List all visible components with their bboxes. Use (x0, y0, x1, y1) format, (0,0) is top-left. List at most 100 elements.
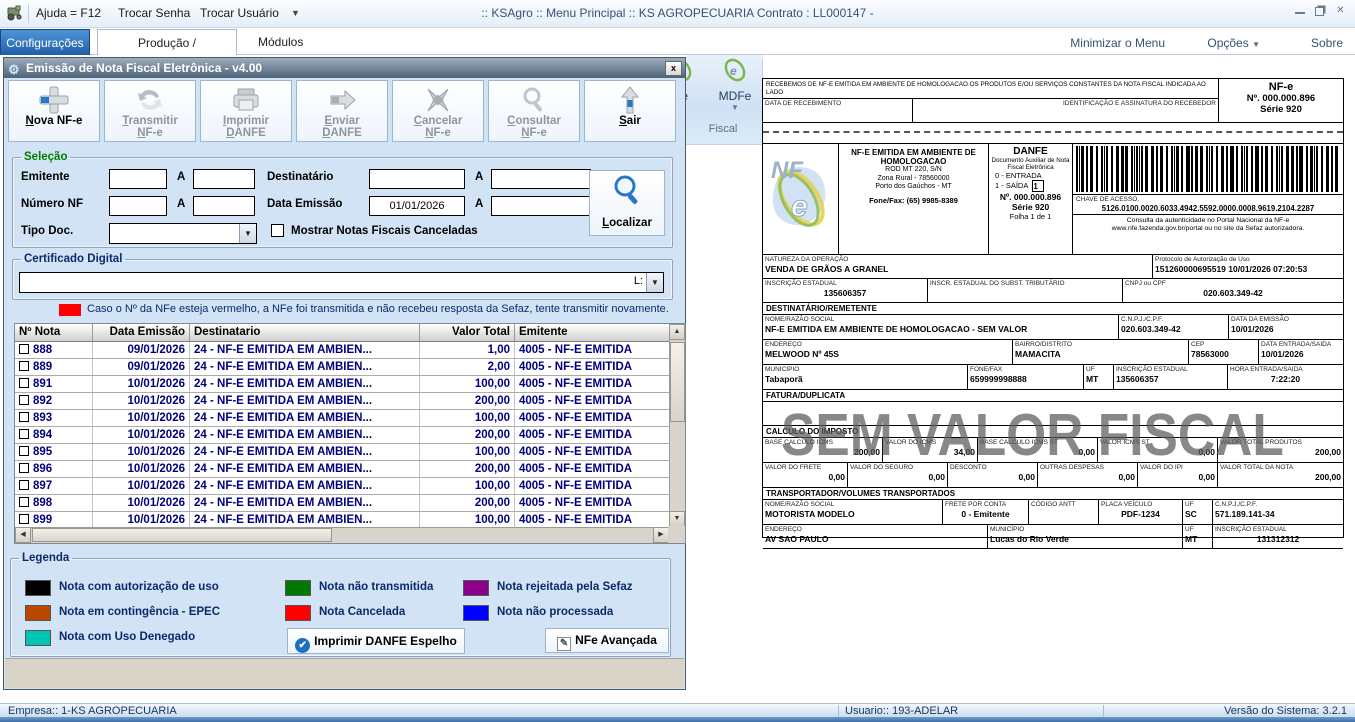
danfe-dest-municipio: MUNICIPIO Tabaporã (763, 365, 968, 389)
imprimir-danfe-button[interactable]: Imprimir DANFE (200, 80, 292, 142)
legend-item-label: Nota não transmitida (319, 581, 433, 593)
danfe-outras-despesas: OUTRAS DESPESAS0,00 (1038, 463, 1138, 487)
col-data-emissao[interactable]: Data Emissão (93, 324, 190, 341)
tab-producao-comercializacao[interactable]: Produção / Comercialização (97, 29, 237, 55)
title-bar: Ajuda = F12 Trocar Senha Trocar Usuário … (0, 0, 1355, 28)
sair-button[interactable]: Sair (584, 80, 676, 142)
tipo-doc-select[interactable]: ▼ (109, 223, 257, 244)
danfe-dest-uf: UF MT (1084, 365, 1114, 389)
danfe-consulta-text: Consulta da autenticidade no Portal Naci… (1073, 214, 1343, 255)
danfe-valor-frete: VALOR DO FRETE0,00 (763, 463, 848, 487)
nota-row[interactable]: 889 09/01/2026 24 - NF-E EMITIDA EM AMBI… (15, 359, 669, 376)
danfe-transp-ie: INSCRIÇÃO ESTADUAL131312312 (1213, 525, 1343, 548)
legend-item-label: Nota rejeitada pela Sefaz (497, 581, 633, 593)
col-numero-nota[interactable]: Nº Nota (15, 324, 93, 341)
row-checkbox[interactable] (19, 429, 29, 439)
tab-configuracoes[interactable]: Configurações (0, 29, 90, 55)
scroll-down-icon[interactable]: ▼ (669, 511, 685, 527)
arrow-up-icon (585, 81, 675, 115)
numero-nf-ate-input[interactable] (193, 196, 255, 216)
row-checkbox[interactable] (19, 446, 29, 456)
minimizar-menu-link[interactable]: Minimizar o Menu (1070, 36, 1165, 50)
selecao-legend: Seleção (21, 151, 70, 163)
col-valor-total[interactable]: Valor Total (420, 324, 515, 341)
danfe-tipo-box: 1 (1032, 180, 1044, 192)
row-checkbox[interactable] (19, 395, 29, 405)
nota-row[interactable]: 895 10/01/2026 24 - NF-E EMITIDA EM AMBI… (15, 444, 669, 461)
scroll-right-icon[interactable]: ▶ (653, 527, 669, 543)
cancelar-nfe-button[interactable]: Cancelar NF-e (392, 80, 484, 142)
certificado-select[interactable]: L: ▼ (19, 272, 664, 293)
row-checkbox[interactable] (19, 361, 29, 371)
tab-modulos[interactable]: Módulos (258, 35, 303, 49)
scroll-left-icon[interactable]: ◀ (15, 527, 31, 543)
localizar-button[interactable]: Localizar (589, 170, 665, 236)
col-destinatario[interactable]: Destinatario (190, 324, 420, 341)
legend-item-label: Nota Cancelada (319, 606, 405, 618)
nota-row[interactable]: 893 10/01/2026 24 - NF-E EMITIDA EM AMBI… (15, 410, 669, 427)
danfe-canhoto: RECEBEMOS DE NF-E EMITIDA EM AMBIENTE DE… (763, 79, 1343, 123)
danfe-data-emissao: DATA DA EMISSÃO 10/01/2026 (1229, 315, 1343, 339)
danfe-transportador-section: TRANSPORTADOR/VOLUMES TRANSPORTADOS (763, 488, 1343, 500)
danfe-hora-entrada: HORA ENTRADA/SAIDA 7:22:20 (1228, 365, 1343, 389)
scrollbar-corner (668, 526, 685, 543)
minimize-button-icon[interactable] (1295, 5, 1305, 14)
sobre-link[interactable]: Sobre (1311, 36, 1343, 50)
danfe-dest-bairro: BAIRRO/DISTRITO MAMACITA (1013, 340, 1189, 364)
menu-trocar-usuario[interactable]: Trocar Usuário (200, 6, 279, 20)
restore-button-icon[interactable] (1315, 7, 1324, 16)
row-checkbox[interactable] (19, 497, 29, 507)
legend-color-swatch (285, 605, 311, 621)
enviar-danfe-button[interactable]: Enviar DANFE (296, 80, 388, 142)
emitente-de-input[interactable] (109, 169, 167, 189)
nota-row[interactable]: 891 10/01/2026 24 - NF-E EMITIDA EM AMBI… (15, 376, 669, 393)
opcoes-menu[interactable]: Opções ▼ (1207, 36, 1260, 50)
row-checkbox[interactable] (19, 378, 29, 388)
row-checkbox[interactable] (19, 514, 29, 524)
consultar-nfe-button[interactable]: Consultar NF-e (488, 80, 580, 142)
danfe-imposto-section: CALCULO DO IMPOSTO (763, 426, 1343, 438)
destinatario-ate-input[interactable] (491, 169, 591, 189)
danfe-bc-icms-st: BASE CALCULO ICMS ST0,00 (978, 438, 1098, 462)
row-checkbox[interactable] (19, 412, 29, 422)
horizontal-scrollbar[interactable]: ◀ ▶ (15, 527, 669, 543)
transmitir-nfe-button[interactable]: Transmitir NF-e (104, 80, 196, 142)
emitente-ate-input[interactable] (193, 169, 255, 189)
row-checkbox[interactable] (19, 344, 29, 354)
chevron-down-icon[interactable]: ▼ (646, 273, 663, 292)
mostrar-canceladas-checkbox[interactable] (271, 224, 284, 237)
nota-row[interactable]: 897 10/01/2026 24 - NF-E EMITIDA EM AMBI… (15, 478, 669, 495)
close-button-icon[interactable]: ✕ (1334, 5, 1347, 17)
nota-row[interactable]: 892 10/01/2026 24 - NF-E EMITIDA EM AMBI… (15, 393, 669, 410)
col-emitente[interactable]: Emitente (515, 324, 669, 341)
chevron-down-icon[interactable]: ▼ (239, 224, 256, 243)
imprimir-danfe-espelho-button[interactable]: ✔Imprimir DANFE Espelho (287, 628, 465, 654)
nota-row[interactable]: 894 10/01/2026 24 - NF-E EMITIDA EM AMBI… (15, 427, 669, 444)
close-icon[interactable]: x (665, 61, 682, 76)
nfe-window-titlebar[interactable]: ⚙ Emissão de Nota Fiscal Eletrônica - v4… (4, 58, 685, 78)
nova-nfe-button[interactable]: Nova NF-e (8, 80, 100, 142)
data-emissao-ate-input[interactable] (491, 196, 591, 216)
numero-nf-de-input[interactable] (109, 196, 167, 216)
legend-item-label: Nota não processada (497, 606, 613, 618)
vertical-scroll-thumb[interactable] (670, 342, 685, 422)
danfe-emitente: NF-E EMITIDA EM AMBIENTE DE HOMOLOGACAO … (839, 144, 989, 254)
horizontal-scroll-thumb[interactable] (32, 528, 332, 542)
nota-row[interactable]: 896 10/01/2026 24 - NF-E EMITIDA EM AMBI… (15, 461, 669, 478)
chevron-down-icon[interactable]: ▼ (291, 8, 300, 18)
row-checkbox[interactable] (19, 480, 29, 490)
barcode (1076, 146, 1340, 192)
row-checkbox[interactable] (19, 463, 29, 473)
destinatario-de-input[interactable] (369, 169, 465, 189)
mdfe-ribbon-button[interactable]: e MDFe ▼ (712, 57, 758, 127)
nota-row[interactable]: 898 10/01/2026 24 - NF-E EMITIDA EM AMBI… (15, 495, 669, 512)
menu-ajuda[interactable]: Ajuda = F12 (36, 6, 101, 20)
data-emissao-de-input[interactable] (369, 196, 465, 216)
nfe-avancada-button[interactable]: ✎NFe Avançada (545, 628, 669, 653)
svg-text:NF: NF (771, 157, 804, 184)
nota-row[interactable]: 888 09/01/2026 24 - NF-E EMITIDA EM AMBI… (15, 342, 669, 359)
vertical-scrollbar[interactable]: ▲ ▼ (669, 324, 685, 527)
scroll-up-icon[interactable]: ▲ (669, 324, 685, 340)
menu-trocar-senha[interactable]: Trocar Senha (118, 6, 190, 20)
app-icon (6, 5, 24, 21)
